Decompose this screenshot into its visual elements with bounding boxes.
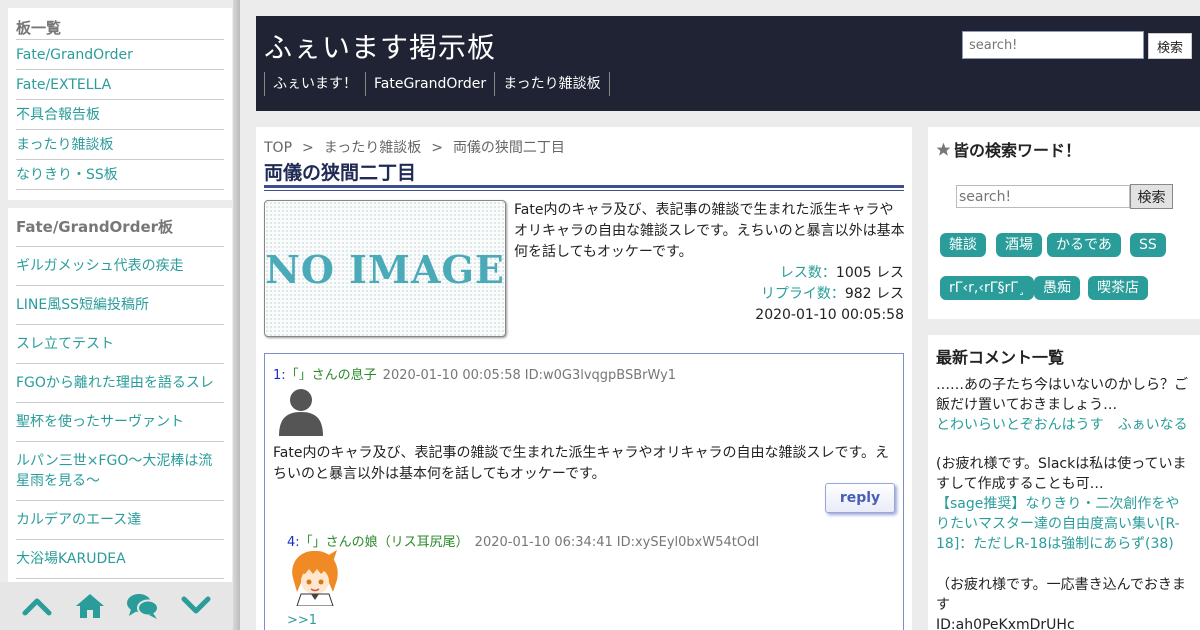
search-tag[interactable]: rΓ‹r,‹rΓ§rΓ¸: [940, 276, 1035, 300]
no-image-text: NO IMAGE: [265, 247, 505, 292]
bottom-nav: [0, 582, 233, 630]
comment-item: ……あの子たち今はいないのかしら？ご飯だけ置いておきましょう… とわいらいとぞお…: [936, 375, 1192, 435]
header-search-button[interactable]: 検索: [1148, 33, 1192, 59]
site-title[interactable]: ふぇいます掲示板: [264, 26, 496, 66]
board-link[interactable]: なりきり・SS板: [16, 160, 224, 190]
comment-thread-link[interactable]: とわいらいとぞおんはうす ふぁいなる: [936, 417, 1188, 433]
search-tag[interactable]: 愚痴: [1034, 276, 1080, 300]
breadcrumb: TOP > まったり雑談板 > 両儀の狭間二丁目: [264, 137, 565, 157]
thread-link[interactable]: ギルガメッシュ代表の疾走: [16, 247, 224, 286]
thread-stats: レス数：1005 レス リプライ数：982 レス 2020-01-10 00:0…: [755, 263, 904, 326]
thread-link[interactable]: スレ立てテスト: [16, 325, 224, 364]
search-tag[interactable]: 喫茶店: [1088, 276, 1148, 300]
search-tag[interactable]: 酒場: [996, 233, 1042, 257]
chat-icon[interactable]: [125, 588, 161, 624]
search-words-title: 皆の検索ワード！: [936, 137, 1081, 161]
search-words-title-text: 皆の検索ワード！: [953, 141, 1082, 160]
board-link[interactable]: Fate/EXTELLA: [16, 70, 224, 100]
title-divider: [264, 185, 904, 191]
comment-item: （お疲れ様です。一応書き込んでおきます ID:ah0PeKxmDrUHc: [936, 575, 1192, 630]
breadcrumb-separator: >: [431, 140, 443, 156]
comment-text: （お疲れ様です。一応書き込んでおきます: [936, 577, 1186, 613]
comment-text: (お疲れ様です。Slackは私は使っていますして作成することも可…: [936, 456, 1187, 492]
header-nav-link[interactable]: ふぇいます！: [264, 72, 366, 96]
search-tag[interactable]: かるであ: [1047, 233, 1121, 257]
post-id: ID:w0G3lvqgpBSBrWy1: [524, 368, 677, 383]
search-tag[interactable]: SS: [1130, 233, 1166, 257]
fgo-thread-panel-title: Fate/GrandOrder板: [16, 208, 224, 247]
board-link[interactable]: 不具合報告板: [16, 100, 224, 130]
thread-link[interactable]: FGOから離れた理由を語るスレ: [16, 364, 224, 403]
latest-comments-panel: 最新コメント一覧 ……あの子たち今はいないのかしら？ご飯だけ置いておきましょう……: [928, 335, 1200, 630]
breadcrumb-current: 両儀の狭間二丁目: [452, 140, 565, 156]
board-list-title: 板一覧: [16, 8, 224, 40]
thread-link[interactable]: LINE風SS短編投稿所: [16, 286, 224, 325]
chevron-up-icon[interactable]: [19, 588, 55, 624]
board-list-panel: 板一覧 Fate/GrandOrder Fate/EXTELLA 不具合報告板 …: [8, 8, 232, 200]
thread-link[interactable]: カルデアのエース達: [16, 501, 224, 540]
character-avatar-icon: [287, 548, 343, 607]
post-id: ID:xySEyl0bxW54tOdI: [616, 535, 760, 550]
header-nav-link[interactable]: FateGrandOrder: [365, 72, 496, 96]
res-count-value: 1005 レス: [835, 265, 904, 281]
search-words-panel: 皆の検索ワード！ 検索 雑談 酒場 かるであ SS rΓ‹r,‹rΓ§rΓ¸ 愚…: [928, 127, 1200, 319]
header-search-input[interactable]: [962, 31, 1144, 59]
reply-count-label: リプライ数：: [760, 286, 845, 302]
reply-button[interactable]: reply: [825, 483, 895, 513]
comment-thread-link[interactable]: 【sage推奨】なりきり・二次創作をやりたいマスター達の自由度高い集い[R-18…: [936, 496, 1180, 552]
header-nav: ふぇいます！ FateGrandOrder まったり雑談板: [264, 72, 610, 96]
latest-comments-title: 最新コメント一覧: [936, 348, 1065, 367]
chevron-down-icon[interactable]: [178, 588, 214, 624]
header-nav-link[interactable]: まったり雑談板: [494, 72, 610, 96]
comment-text: ……あの子たち今はいないのかしら？ご飯だけ置いておきましょう…: [936, 377, 1188, 413]
home-icon[interactable]: [72, 588, 108, 624]
site-header: ふぇいます掲示板 検索 ふぇいます！ FateGrandOrder まったり雑談…: [256, 16, 1200, 111]
sidebar-search-input[interactable]: [956, 185, 1130, 208]
thread-date: 2020-01-10 00:05:58: [755, 307, 904, 323]
thread-thumbnail-placeholder: NO IMAGE: [264, 200, 506, 337]
res-count-label: レス数：: [779, 265, 836, 281]
post-date: 2020-01-10 06:34:41: [474, 535, 613, 550]
sidebar-search-button[interactable]: 検索: [1130, 184, 1173, 209]
breadcrumb-board-link[interactable]: まったり雑談板: [324, 140, 421, 156]
post-date: 2020-01-10 00:05:58: [382, 368, 521, 383]
post-body: Fate内のキャラ及び、表記事の雑談で生まれた派生キャラやオリキャラの自由な雑談…: [273, 445, 890, 482]
comment-item: (お疲れ様です。Slackは私は使っていますして作成することも可… 【sage推…: [936, 454, 1192, 554]
thread-link[interactable]: 聖杯を使ったサーヴァント: [16, 403, 224, 442]
breadcrumb-separator: >: [302, 140, 314, 156]
star-icon: [936, 142, 951, 156]
default-avatar-icon: [273, 380, 329, 436]
reply-count-value: 982 レス: [844, 286, 904, 302]
breadcrumb-top-link[interactable]: TOP: [264, 140, 292, 156]
comment-author-id: ID:ah0PeKxmDrUHc: [936, 617, 1075, 630]
post-header: 1:「」さんの息子 2020-01-10 00:05:58 ID:w0G3lvqgp…: [273, 364, 676, 383]
thread-description: Fate内のキャラ及び、表記事の雑談で生まれた派生キャラやオリキャラの自由な雑談…: [514, 202, 905, 260]
thread-link[interactable]: ルパン三世×FGO～大泥棒は流星雨を見る～: [16, 442, 224, 501]
thread-title: 両儀の狭間二丁目: [264, 162, 417, 184]
post-list: 1:「」さんの息子 2020-01-10 00:05:58 ID:w0G3lvqgp…: [264, 353, 904, 630]
post-anchor-link[interactable]: >>1: [287, 613, 317, 628]
board-link[interactable]: まったり雑談板: [16, 130, 224, 160]
thread-main-panel: TOP > まったり雑談板 > 両儀の狭間二丁目 両儀の狭間二丁目 NO IMAGE F…: [256, 127, 912, 630]
search-tag[interactable]: 雑談: [940, 233, 986, 257]
board-link[interactable]: Fate/GrandOrder: [16, 40, 224, 70]
post-header: 4:「」さんの娘（リス耳尻尾） 2020-01-10 06:34:41 ID:xyS…: [287, 531, 759, 550]
left-sidebar: 板一覧 Fate/GrandOrder Fate/EXTELLA 不具合報告板 …: [0, 0, 240, 630]
thread-link[interactable]: 大浴場KARUDEA: [16, 540, 224, 579]
fgo-thread-panel: Fate/GrandOrder板 ギルガメッシュ代表の疾走 LINE風SS短編投…: [8, 208, 232, 582]
